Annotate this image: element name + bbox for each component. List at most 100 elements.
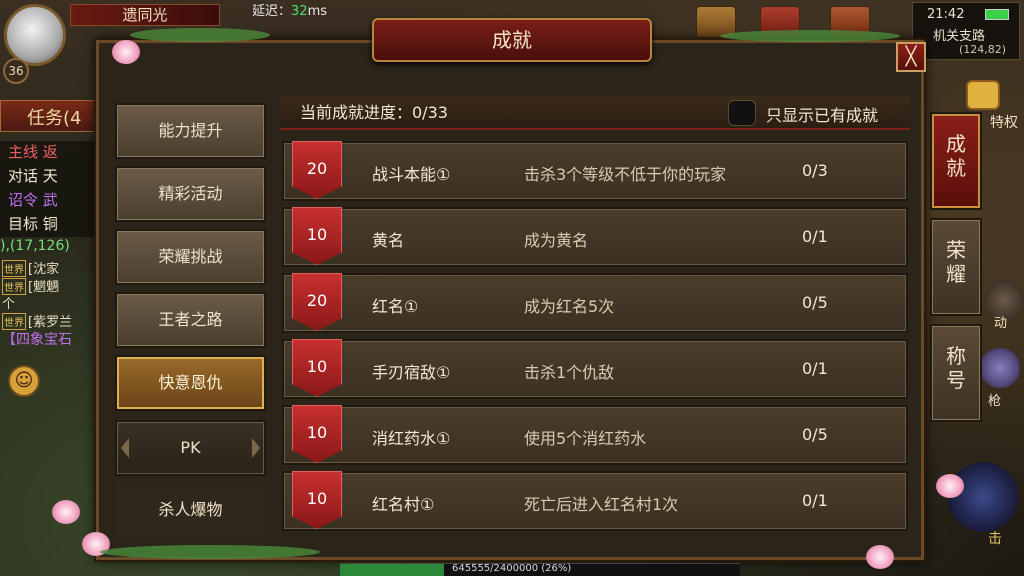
chat-line[interactable]: 世界 [紫罗兰 [2, 311, 72, 330]
achievement-desc: 死亡后进入红名村1次 [524, 495, 679, 514]
crown-icon [966, 80, 1000, 110]
lotus-flower-decoration [112, 40, 140, 64]
achievement-progress-value: 0/1 [802, 359, 828, 378]
status-minimap-panel[interactable]: 21:42 机关支路 (124,82) [912, 2, 1020, 60]
vine-decoration [720, 30, 900, 42]
chat-text: [沈家 [28, 262, 60, 277]
latency-readout: 延迟：32ms [252, 0, 327, 19]
points-badge: 20 [292, 273, 342, 331]
attack-label: 击 [988, 531, 1002, 547]
lotus-flower-decoration [52, 500, 80, 524]
chat-item-link[interactable]: 【四象宝石 [2, 329, 72, 349]
weapon-icon[interactable] [980, 348, 1020, 388]
achievement-name: 黄名 [372, 231, 405, 250]
task-tab[interactable]: 任务(4 [0, 100, 104, 132]
tab-label: 称 [946, 344, 966, 368]
tab-label: 荣 [946, 238, 966, 262]
vine-decoration [130, 28, 270, 42]
task-text: 返 [42, 143, 58, 161]
achievement-row[interactable]: 10 红名村① 死亡后进入红名村1次 0/1 [282, 471, 908, 531]
category-kings-road[interactable]: 王者之路 [115, 292, 266, 348]
task-type-label: 主线 [8, 143, 39, 161]
task-row-main[interactable]: 主线 返 [0, 141, 96, 165]
owned-only-checkbox[interactable] [728, 100, 756, 126]
achievement-progress-value: 0/5 [802, 293, 828, 312]
category-ability[interactable]: 能力提升 [115, 103, 266, 159]
activity-label: 动 [994, 316, 1008, 331]
points-badge: 10 [292, 471, 342, 529]
achievement-desc: 使用5个消红药水 [524, 429, 647, 448]
attack-button[interactable] [948, 462, 1018, 532]
privilege-label: 特权 [990, 115, 1018, 131]
achievement-name: 消红药水① [372, 429, 451, 448]
task-row-target[interactable]: 目标 铜 [0, 213, 96, 237]
task-row-edict[interactable]: 诏令 武 [0, 189, 96, 213]
latency-label: 延迟： [252, 4, 292, 19]
category-glory[interactable]: 荣耀挑战 [115, 229, 266, 285]
tab-honor[interactable]: 荣耀 [930, 218, 982, 316]
task-text: 铜 [42, 215, 58, 233]
location-name: 机关支路 [933, 29, 986, 44]
subcategory-kill-drop[interactable]: 杀人爆物 [115, 482, 266, 538]
tab-label: 耀 [946, 262, 966, 286]
panel-title: 成就 [372, 18, 652, 62]
achievement-desc: 击杀3个等级不低于你的玩家 [524, 165, 727, 184]
experience-bar: 645555/2400000 (26%) [340, 563, 740, 576]
player-coords: (124,82) [959, 43, 1007, 56]
points-badge: 10 [292, 339, 342, 397]
achievement-progress-value: 0/5 [802, 425, 828, 444]
tab-label: 就 [946, 156, 966, 180]
achievement-progress-value: 0/3 [802, 161, 828, 180]
category-vendetta[interactable]: 快意恩仇 [115, 355, 266, 411]
owned-only-label[interactable]: 只显示已有成就 [766, 102, 878, 126]
achievement-name: 战斗本能① [372, 165, 451, 184]
tab-achievement[interactable]: 成就 [930, 112, 982, 210]
tab-label: 号 [946, 368, 966, 392]
achievement-row[interactable]: 10 手刃宿敌① 击杀1个仇敌 0/1 [282, 339, 908, 399]
points-badge: 10 [292, 405, 342, 463]
chat-line[interactable]: 个 [2, 293, 15, 312]
subcategory-pk[interactable]: PK [115, 420, 266, 476]
world-channel-tag: 世界 [2, 260, 26, 277]
achievement-row[interactable]: 20 红名① 成为红名5次 0/5 [282, 273, 908, 333]
chat-line[interactable]: 世界 [沈家 [2, 258, 59, 277]
tab-label: 成 [946, 132, 966, 156]
player-name: 遗同光 [70, 4, 220, 26]
task-row-dialog[interactable]: 对话 天 [0, 165, 96, 189]
experience-text: 645555/2400000 (26%) [452, 563, 572, 574]
emoji-button[interactable]: ☺ [8, 365, 40, 397]
latency-unit: ms [307, 4, 327, 19]
achievement-name: 手刃宿敌① [372, 363, 451, 382]
points-badge: 10 [292, 207, 342, 265]
chat-text: 个 [2, 297, 16, 312]
map-coords-text: ),(17,126) [0, 238, 70, 254]
experience-fill [340, 564, 444, 576]
task-text: 武 [42, 191, 58, 209]
chat-text: [紫罗兰 [28, 315, 73, 330]
achievement-row[interactable]: 10 黄名 成为黄名 0/1 [282, 207, 908, 267]
points-badge: 20 [292, 141, 342, 199]
player-avatar[interactable] [4, 4, 66, 66]
achievement-desc: 击杀1个仇敌 [524, 363, 615, 382]
achievement-row[interactable]: 20 战斗本能① 击杀3个等级不低于你的玩家 0/3 [282, 141, 908, 201]
task-type-label: 对话 [8, 167, 39, 185]
world-channel-tag: 世界 [2, 313, 26, 330]
achievement-desc: 成为黄名 [524, 231, 589, 250]
tab-title[interactable]: 称号 [930, 324, 982, 422]
battery-icon [985, 9, 1009, 20]
achievement-row[interactable]: 10 消红药水① 使用5个消红药水 0/5 [282, 405, 908, 465]
achievement-progress-value: 0/1 [802, 491, 828, 510]
latency-value: 32 [291, 4, 308, 19]
weapon-label: 枪 [988, 394, 1002, 409]
lotus-flower-decoration [866, 545, 894, 569]
player-level: 36 [3, 58, 29, 84]
achievement-name: 红名村① [372, 495, 435, 514]
vine-decoration [100, 545, 320, 559]
achievement-progress-value: 0/1 [802, 227, 828, 246]
category-events[interactable]: 精彩活动 [115, 166, 266, 222]
lotus-flower-decoration [936, 474, 964, 498]
achievement-desc: 成为红名5次 [524, 297, 615, 316]
chat-text: [魍魉 [28, 280, 60, 295]
task-type-label: 诏令 [8, 191, 39, 209]
close-button[interactable]: ╳ [896, 42, 926, 72]
